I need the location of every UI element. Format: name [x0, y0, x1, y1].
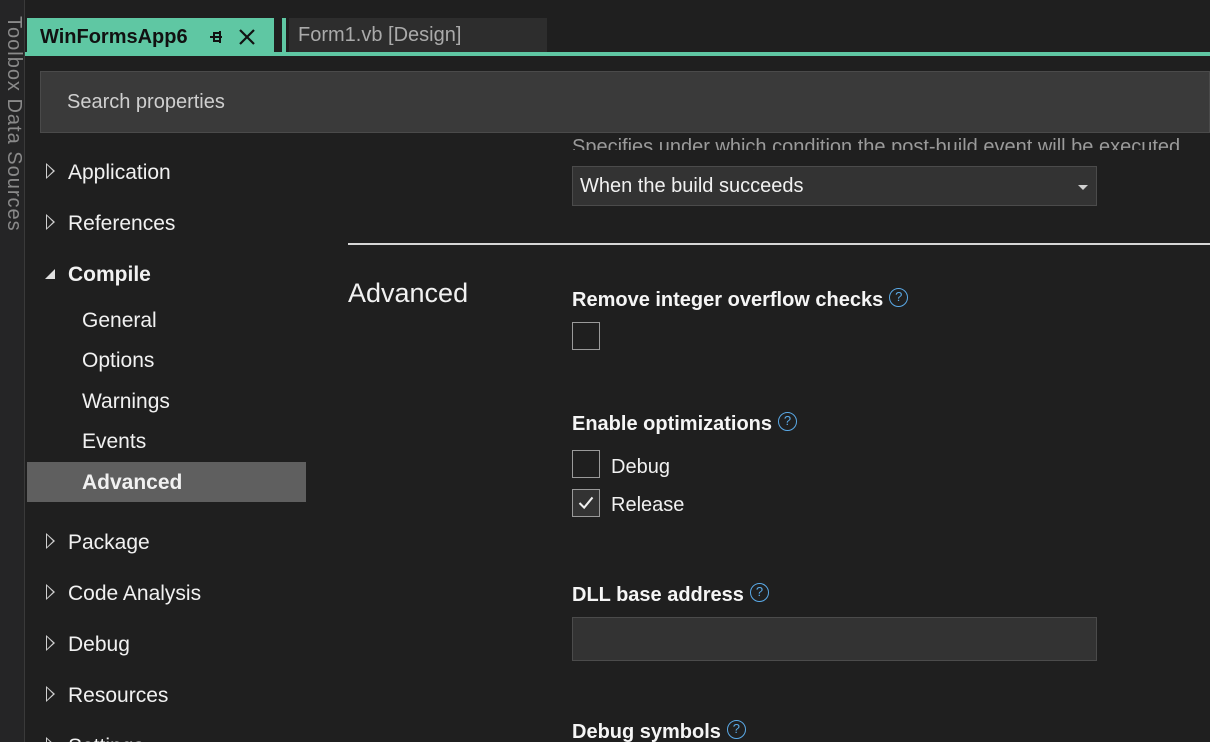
sidebar-item-label: Compile — [68, 263, 151, 286]
tab-title: Form1.vb [Design] — [298, 23, 462, 46]
release-opt-checkbox[interactable] — [572, 489, 600, 517]
expand-arrow-icon[interactable] — [46, 163, 55, 179]
dll-base-label-row: DLL base address ? — [572, 583, 769, 607]
tab-form1-design[interactable]: Form1.vb [Design] — [289, 18, 547, 52]
sidebar-item-events[interactable]: Events — [82, 430, 146, 454]
section-title: Advanced — [348, 278, 469, 308]
property-label: Remove integer overflow checks — [572, 289, 884, 311]
release-opt-label[interactable]: Release — [611, 494, 684, 517]
tab-winformsapp6[interactable]: WinFormsApp6 — [27, 18, 274, 56]
search-placeholder: Search properties — [67, 90, 225, 113]
chevron-down-icon — [1078, 185, 1088, 190]
debug-opt-checkbox[interactable] — [572, 450, 600, 478]
sidebar-item-warnings[interactable]: Warnings — [82, 390, 170, 414]
collapse-arrow-icon[interactable] — [44, 267, 56, 279]
property-label: DLL base address — [572, 584, 744, 606]
description-text: Specifies under which condition the post… — [572, 136, 1181, 150]
tab-separator — [282, 18, 286, 52]
sidebar-item-label: Code Analysis — [68, 582, 202, 605]
sidebar-item-advanced[interactable]: Advanced — [82, 471, 182, 495]
sidebar-item-label: Settings — [68, 735, 144, 742]
expand-arrow-icon[interactable] — [46, 533, 55, 549]
remove-overflow-checkbox[interactable] — [572, 322, 600, 350]
expand-arrow-icon[interactable] — [46, 635, 55, 651]
sidebar-item-label: Package — [68, 531, 150, 554]
debug-opt-label[interactable]: Debug — [611, 456, 670, 479]
help-icon[interactable]: ? — [749, 583, 769, 602]
checkmark-icon — [578, 496, 594, 510]
dll-base-address-input[interactable] — [572, 617, 1097, 661]
section-divider — [348, 243, 1210, 245]
pin-icon[interactable] — [208, 27, 224, 47]
help-icon[interactable]: ? — [726, 720, 746, 739]
help-icon[interactable]: ? — [778, 412, 798, 431]
dropdown-value: When the build succeeds — [580, 174, 804, 197]
sidebar-item-label: Resources — [68, 684, 169, 707]
help-icon[interactable]: ? — [889, 288, 909, 307]
remove-overflow-label-row: Remove integer overflow checks ? — [572, 288, 909, 312]
search-input[interactable]: Search properties — [40, 71, 1210, 133]
sidebar-item-general[interactable]: General — [82, 309, 157, 333]
property-label: Enable optimizations — [572, 413, 773, 435]
sidebar-item-label: References — [68, 212, 176, 235]
sidebar-item-label: Debug — [68, 633, 130, 656]
enable-opt-label-row: Enable optimizations ? — [572, 412, 798, 436]
sidebar-item-options[interactable]: Options — [82, 349, 154, 373]
sidebar-item-label: Application — [68, 161, 171, 184]
property-label: Debug symbols — [572, 721, 721, 742]
debug-symbols-label-row: Debug symbols ? — [572, 720, 746, 742]
tool-window-rail[interactable]: Toolbox Data Sources — [0, 0, 25, 742]
tab-title: WinFormsApp6 — [40, 25, 188, 48]
expand-arrow-icon[interactable] — [46, 214, 55, 230]
expand-arrow-icon[interactable] — [46, 686, 55, 702]
close-icon[interactable] — [238, 28, 256, 46]
run-post-build-dropdown[interactable]: When the build succeeds — [572, 166, 1097, 206]
expand-arrow-icon[interactable] — [46, 737, 55, 742]
document-tab-strip: WinFormsApp6 Form1.vb [Design] — [25, 0, 1210, 56]
rail-text[interactable]: Toolbox Data Sources — [2, 16, 24, 232]
expand-arrow-icon[interactable] — [46, 584, 55, 600]
